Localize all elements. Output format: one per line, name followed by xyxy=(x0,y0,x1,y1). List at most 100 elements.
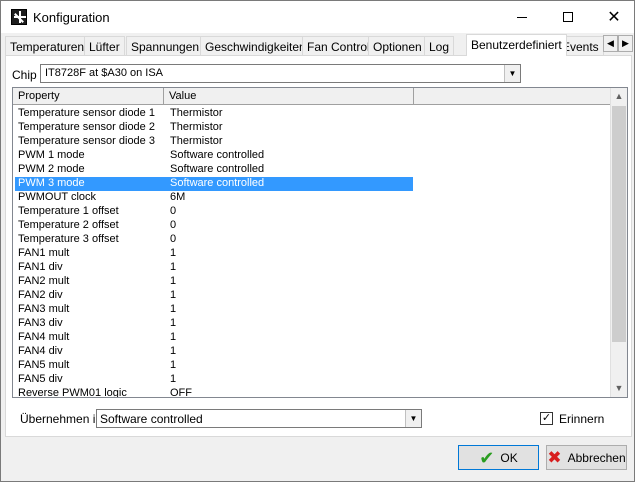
value-cell[interactable]: Thermistor xyxy=(170,107,223,120)
property-cell: FAN2 div xyxy=(18,289,63,301)
table-row[interactable]: Temperature 2 offset 0 xyxy=(13,219,613,233)
property-cell: Temperature 3 offset xyxy=(18,233,119,245)
chevron-down-icon[interactable]: ▼ xyxy=(504,65,520,82)
cancel-label: Abbrechen xyxy=(567,450,626,465)
scroll-thumb[interactable] xyxy=(612,106,626,342)
property-cell: PWM 3 mode xyxy=(18,177,85,189)
value-cell[interactable]: Thermistor xyxy=(170,121,223,134)
tab-fan-control[interactable]: Fan Control xyxy=(302,36,375,56)
property-cell: Temperature sensor diode 3 xyxy=(18,135,155,147)
tab-scroll-right-icon[interactable]: ▶ xyxy=(618,35,633,52)
table-row[interactable]: Temperature 1 offset 0 xyxy=(13,205,613,219)
table-row[interactable]: FAN5 mult 1 xyxy=(13,359,613,373)
apply-select[interactable]: Software controlled ▼ xyxy=(96,409,422,428)
table-row[interactable]: PWMOUT clock 6M xyxy=(13,191,613,205)
value-cell[interactable]: 0 xyxy=(170,219,176,232)
value-cell[interactable]: 0 xyxy=(170,205,176,218)
table-row[interactable]: Reverse PWM01 logic OFF xyxy=(13,387,613,397)
table-row[interactable]: FAN1 div 1 xyxy=(13,261,613,275)
property-cell: FAN2 mult xyxy=(18,275,70,287)
property-cell: FAN1 mult xyxy=(18,247,70,259)
scroll-up-icon[interactable]: ▲ xyxy=(611,88,627,104)
grid-header: Property Value xyxy=(13,88,613,105)
property-cell: PWM 1 mode xyxy=(18,149,85,161)
value-cell[interactable]: Software controlled xyxy=(170,177,264,190)
value-cell[interactable]: 1 xyxy=(170,303,176,316)
column-header-property[interactable]: Property xyxy=(13,88,164,105)
value-cell[interactable]: 1 xyxy=(170,247,176,260)
grid-rows: Temperature sensor diode 1 Thermistor Temp… xyxy=(13,107,613,397)
maximize-icon xyxy=(563,12,573,22)
checkmark-icon: ✔ xyxy=(479,447,495,468)
tab-scroll-left-icon[interactable]: ◀ xyxy=(603,35,618,52)
ok-label: OK xyxy=(500,450,518,465)
table-row[interactable]: FAN1 mult 1 xyxy=(13,247,613,261)
chip-label: Chip xyxy=(12,68,37,82)
chevron-down-icon[interactable]: ▼ xyxy=(405,410,421,427)
property-cell: FAN1 div xyxy=(18,261,63,273)
column-header-empty xyxy=(414,88,613,105)
remember-label: Erinnern xyxy=(559,412,605,426)
value-cell[interactable]: 1 xyxy=(170,373,176,386)
value-cell[interactable]: 1 xyxy=(170,275,176,288)
scroll-down-icon[interactable]: ▼ xyxy=(611,380,627,396)
table-row[interactable]: PWM 1 mode Software controlled xyxy=(13,149,613,163)
ok-button[interactable]: ✔ OK xyxy=(458,445,539,470)
table-row[interactable]: Temperature sensor diode 3 Thermistor xyxy=(13,135,613,149)
chip-select[interactable]: IT8728F at $A30 on ISA ▼ xyxy=(40,64,521,83)
value-cell[interactable]: 1 xyxy=(170,345,176,358)
vertical-scrollbar[interactable]: ▲ ▼ xyxy=(610,88,627,397)
tab-geschwindigkeiten[interactable]: Geschwindigkeiten xyxy=(200,36,311,56)
value-cell[interactable]: Software controlled xyxy=(170,163,264,176)
value-cell[interactable]: 1 xyxy=(170,289,176,302)
table-row[interactable]: Temperature sensor diode 2 Thermistor xyxy=(13,121,613,135)
title-bar[interactable]: Konfiguration ✕ xyxy=(1,1,634,33)
table-row[interactable]: FAN5 div 1 xyxy=(13,373,613,387)
close-icon: ✕ xyxy=(607,9,621,26)
table-row[interactable]: FAN4 mult 1 xyxy=(13,331,613,345)
property-cell: FAN4 mult xyxy=(18,331,70,343)
table-row[interactable]: FAN2 div 1 xyxy=(13,289,613,303)
property-cell: Temperature sensor diode 1 xyxy=(18,107,155,119)
tab-optionen[interactable]: Optionen xyxy=(368,36,427,56)
table-row[interactable]: FAN3 mult 1 xyxy=(13,303,613,317)
tab-benutzerdefiniert[interactable]: Benutzerdefiniert xyxy=(466,34,567,56)
property-cell: Temperature sensor diode 2 xyxy=(18,121,155,133)
close-button[interactable]: ✕ xyxy=(591,1,635,33)
maximize-button[interactable] xyxy=(545,1,591,33)
table-row[interactable]: Temperature sensor diode 1 Thermistor xyxy=(13,107,613,121)
property-grid[interactable]: Property Value Temperature sensor diode … xyxy=(12,87,628,398)
value-cell[interactable]: Thermistor xyxy=(170,135,223,148)
column-header-value[interactable]: Value xyxy=(164,88,414,105)
table-row[interactable]: PWM 2 mode Software controlled xyxy=(13,163,613,177)
value-cell[interactable]: 0 xyxy=(170,233,176,246)
tab-temperaturen[interactable]: Temperaturen xyxy=(5,36,90,56)
remember-checkbox[interactable]: ✓ xyxy=(540,412,553,425)
property-cell: PWM 2 mode xyxy=(18,163,85,175)
tab-log[interactable]: Log xyxy=(424,36,455,56)
table-row[interactable]: FAN4 div 1 xyxy=(13,345,613,359)
value-cell[interactable]: Software controlled xyxy=(170,149,264,162)
table-row[interactable]: FAN3 div 1 xyxy=(13,317,613,331)
value-cell[interactable]: 6M xyxy=(170,191,185,204)
cancel-button[interactable]: ✖ Abbrechen xyxy=(546,445,627,470)
fan-icon xyxy=(11,9,27,25)
value-cell[interactable]: 1 xyxy=(170,317,176,330)
config-window: Konfiguration ✕ Temperaturen Lüfter Span… xyxy=(0,0,635,482)
property-cell: FAN3 div xyxy=(18,317,63,329)
property-cell: PWMOUT clock xyxy=(18,191,97,203)
value-cell[interactable]: 1 xyxy=(170,331,176,344)
value-cell[interactable]: OFF xyxy=(170,387,192,397)
apply-value: Software controlled xyxy=(100,412,203,426)
table-row[interactable]: PWM 3 mode Software controlled xyxy=(13,177,613,191)
minimize-button[interactable] xyxy=(499,1,545,33)
value-cell[interactable]: 1 xyxy=(170,359,176,372)
property-cell: FAN4 div xyxy=(18,345,63,357)
table-row[interactable]: Temperature 3 offset 0 xyxy=(13,233,613,247)
tab-spannungen[interactable]: Spannungen xyxy=(126,36,205,56)
apply-label: Übernehmen in xyxy=(20,412,103,426)
table-row[interactable]: FAN2 mult 1 xyxy=(13,275,613,289)
tab-strip: Temperaturen Lüfter Spannungen Geschwind… xyxy=(5,34,633,56)
value-cell[interactable]: 1 xyxy=(170,261,176,274)
tab-luefter[interactable]: Lüfter xyxy=(84,36,125,56)
